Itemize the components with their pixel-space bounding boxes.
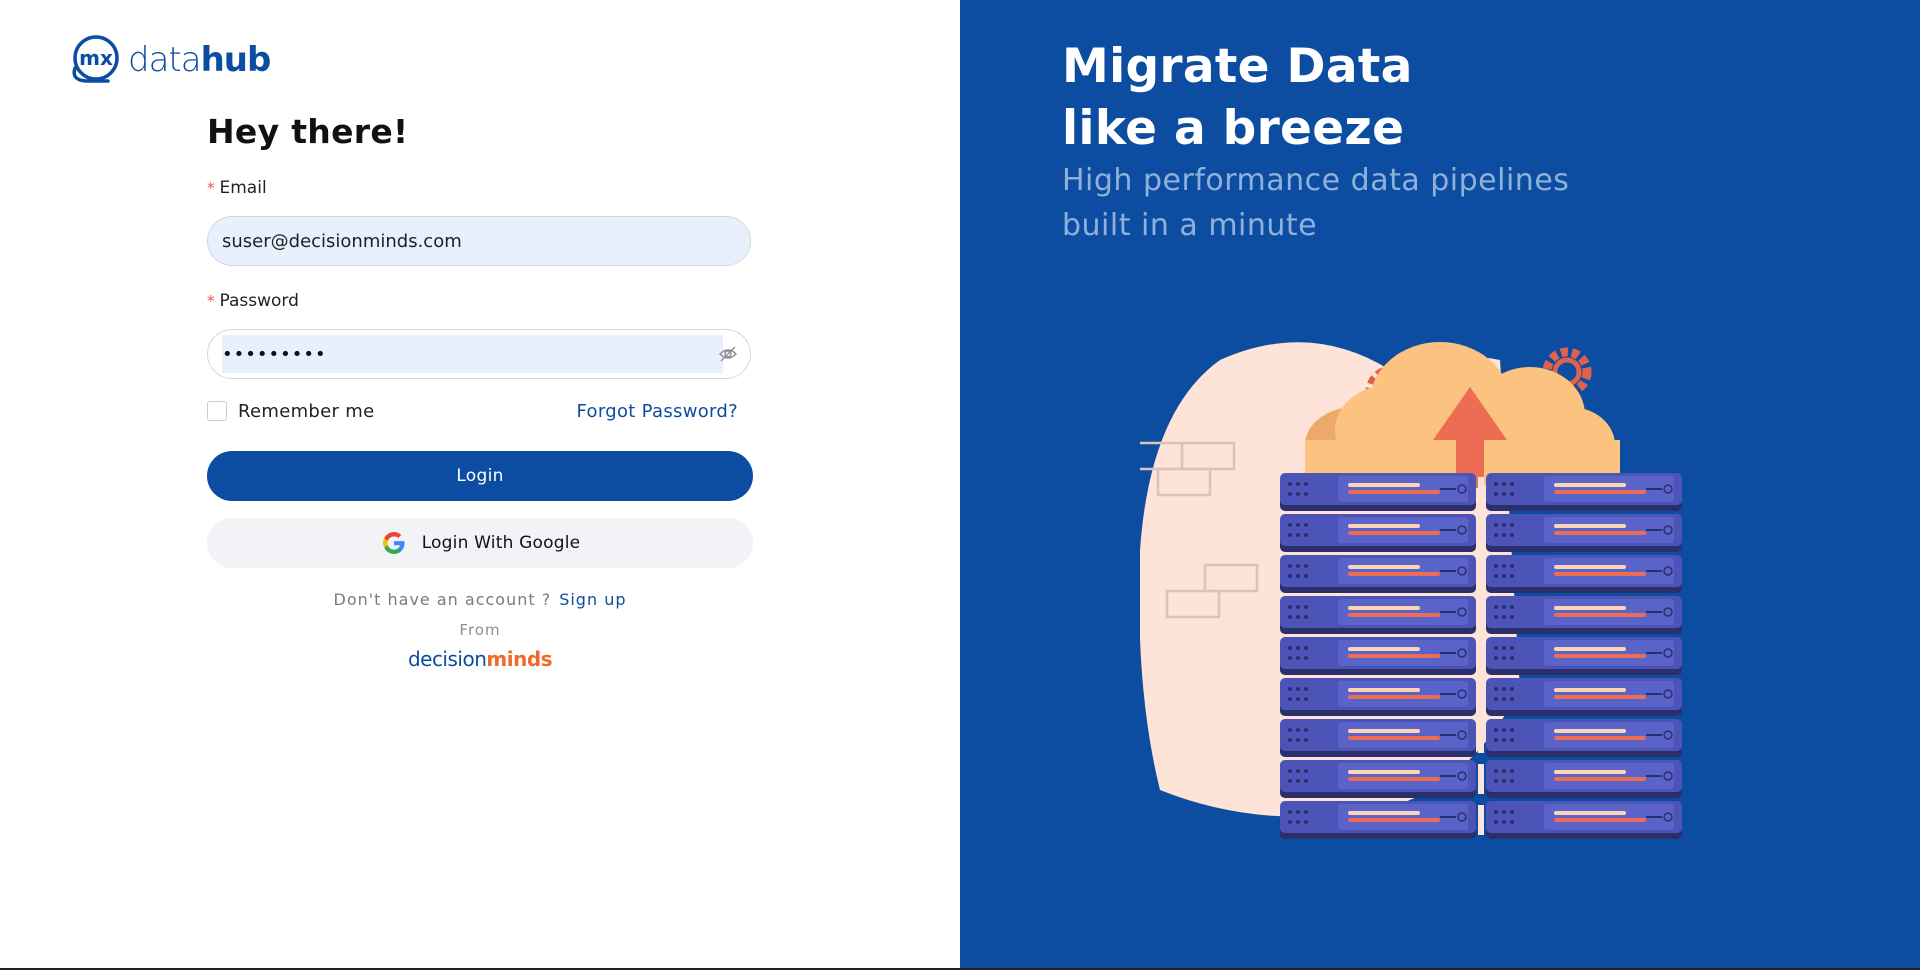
rack-gap (1478, 518, 1484, 548)
server-unit (1280, 719, 1476, 757)
required-marker: * (207, 179, 215, 197)
remember-me[interactable]: Remember me (207, 401, 374, 422)
logo-wordmark: datahub (128, 40, 271, 80)
remember-me-label: Remember me (238, 400, 375, 422)
email-value: suser@decisionminds.com (222, 230, 462, 252)
server-unit (1280, 514, 1476, 552)
from-label: From (459, 621, 501, 639)
sign-up-link[interactable]: Sign up (559, 590, 626, 609)
no-account-text: Don't have an account ? (333, 590, 552, 609)
rack-gap (1478, 805, 1484, 835)
rack-gap (1478, 723, 1484, 753)
login-form: Hey there! * Email suser@decisionminds.c… (207, 110, 753, 671)
svg-text:mx: mx (79, 46, 113, 70)
email-label: * Email (207, 178, 267, 198)
server-unit (1280, 473, 1476, 511)
server-unit (1280, 678, 1476, 716)
server-unit (1486, 678, 1682, 716)
server-unit (1486, 473, 1682, 511)
decisionminds-logo: decisionminds (407, 647, 553, 671)
hero-panel: Migrate Data like a breeze High performa… (960, 0, 1920, 968)
server-rack-cloud-upload-illustration (1140, 342, 1682, 839)
signup-row: Don't have an account ? Sign up (207, 590, 753, 609)
password-field[interactable]: ••••••••• (207, 329, 751, 379)
remember-row: Remember me Forgot Password? (207, 399, 753, 423)
mx-logo-icon: mx (72, 35, 119, 83)
email-field[interactable]: suser@decisionminds.com (207, 216, 751, 266)
page-title: Hey there! (207, 112, 409, 151)
login-panel: mx datahub Hey there! * Email suser@deci… (0, 0, 960, 968)
login-button[interactable]: Login (207, 451, 753, 501)
server-unit (1486, 555, 1682, 593)
hero-title: Migrate Data like a breeze (1062, 39, 1413, 156)
required-marker: * (207, 292, 215, 310)
server-unit (1486, 719, 1682, 757)
google-button-label: Login With Google (421, 533, 581, 553)
password-value: ••••••••• (222, 335, 723, 373)
server-rack (1280, 473, 1682, 839)
hero-subtitle: High performance data pipelines built in… (1062, 163, 1570, 243)
login-with-google-button[interactable]: Login With Google (207, 518, 753, 568)
server-unit (1486, 637, 1682, 675)
eye-slash-icon[interactable] (718, 344, 738, 364)
rack-gap (1478, 682, 1484, 712)
server-unit (1280, 760, 1476, 798)
rack-gap (1478, 764, 1484, 794)
rack-gap (1478, 600, 1484, 630)
remember-me-checkbox[interactable] (207, 401, 227, 421)
rack-gap (1478, 477, 1484, 507)
google-icon (382, 532, 405, 554)
server-unit (1280, 801, 1476, 839)
password-label: * Password (207, 291, 299, 311)
server-unit (1486, 760, 1682, 798)
datahub-logo: mx datahub (68, 34, 271, 86)
rack-gap (1478, 559, 1484, 589)
rack-gap (1478, 641, 1484, 671)
server-unit (1280, 637, 1476, 675)
server-unit (1280, 555, 1476, 593)
server-unit (1486, 596, 1682, 634)
server-unit (1486, 801, 1682, 839)
forgot-password-link[interactable]: Forgot Password? (577, 401, 738, 422)
server-unit (1280, 596, 1476, 634)
server-unit (1486, 514, 1682, 552)
